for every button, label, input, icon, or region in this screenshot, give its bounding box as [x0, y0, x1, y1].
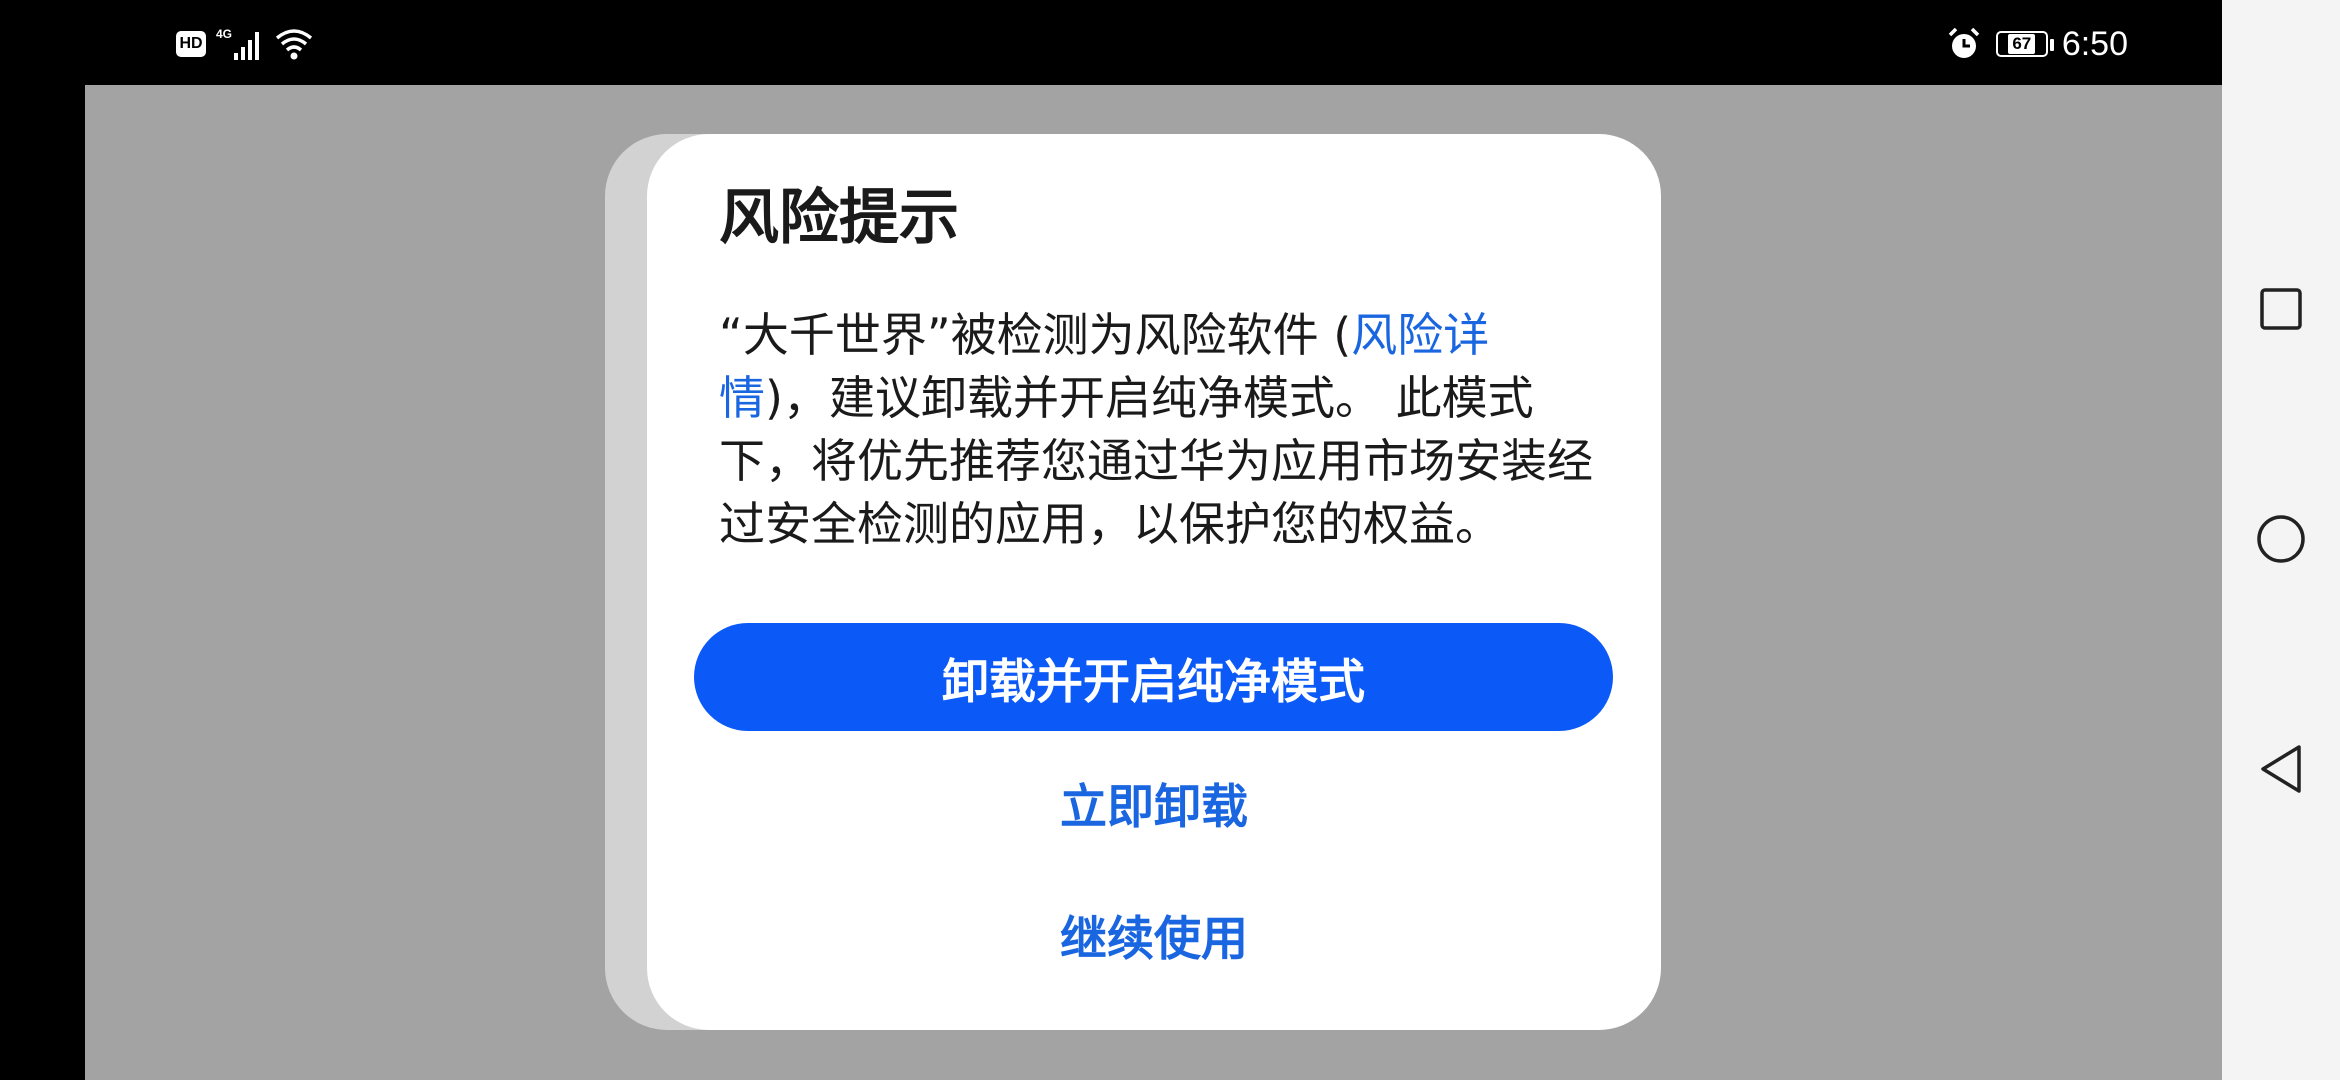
uninstall-now-button[interactable]: 立即卸载 — [647, 768, 1661, 837]
battery-icon: 67 — [1995, 31, 2054, 57]
recent-apps-button[interactable] — [2256, 284, 2306, 334]
message-text-after-link: )，建议卸载并开启纯净模式。 此模式下，将优先推荐您通过华为应用市场安装经过安全… — [719, 371, 1593, 551]
continue-using-button[interactable]: 继续使用 — [647, 900, 1661, 969]
uninstall-and-enable-pure-mode-button[interactable]: 卸载并开启纯净模式 — [694, 623, 1613, 731]
alarm-icon — [1946, 26, 1982, 62]
back-button[interactable] — [2256, 744, 2306, 794]
left-system-bar — [0, 0, 85, 1080]
home-icon — [2257, 515, 2305, 563]
wifi-icon — [274, 26, 314, 62]
home-button[interactable] — [2256, 514, 2306, 564]
dialog-message: “大千世界”被检测为风险软件 (风险详情)，建议卸载并开启纯净模式。 此模式下，… — [719, 304, 1599, 556]
screen: HD 4G 67 6:50 风险提示 “大千世界”被检测为风险软件 (风险详情)… — [0, 0, 2340, 1080]
status-bar: HD 4G 67 6:50 — [0, 0, 2222, 85]
clock: 6:50 — [2061, 24, 2128, 63]
message-text-before-link: “大千世界”被检测为风险软件 ( — [719, 308, 1352, 362]
recent-apps-icon — [2260, 288, 2302, 330]
navigation-bar — [2222, 0, 2340, 1080]
battery-level: 67 — [2008, 34, 2036, 54]
dialog-title: 风险提示 — [719, 183, 959, 253]
network-type-label: 4G — [216, 27, 232, 41]
cellular-signal-icon: 4G — [216, 26, 264, 62]
risk-warning-dialog: 风险提示 “大千世界”被检测为风险软件 (风险详情)，建议卸载并开启纯净模式。 … — [647, 134, 1661, 1030]
hd-icon: HD — [176, 31, 206, 57]
back-icon — [2261, 745, 2301, 793]
battery-tip — [2049, 39, 2054, 51]
status-bar-left: HD 4G — [176, 24, 314, 64]
status-bar-right: 67 6:50 — [1946, 22, 2128, 66]
